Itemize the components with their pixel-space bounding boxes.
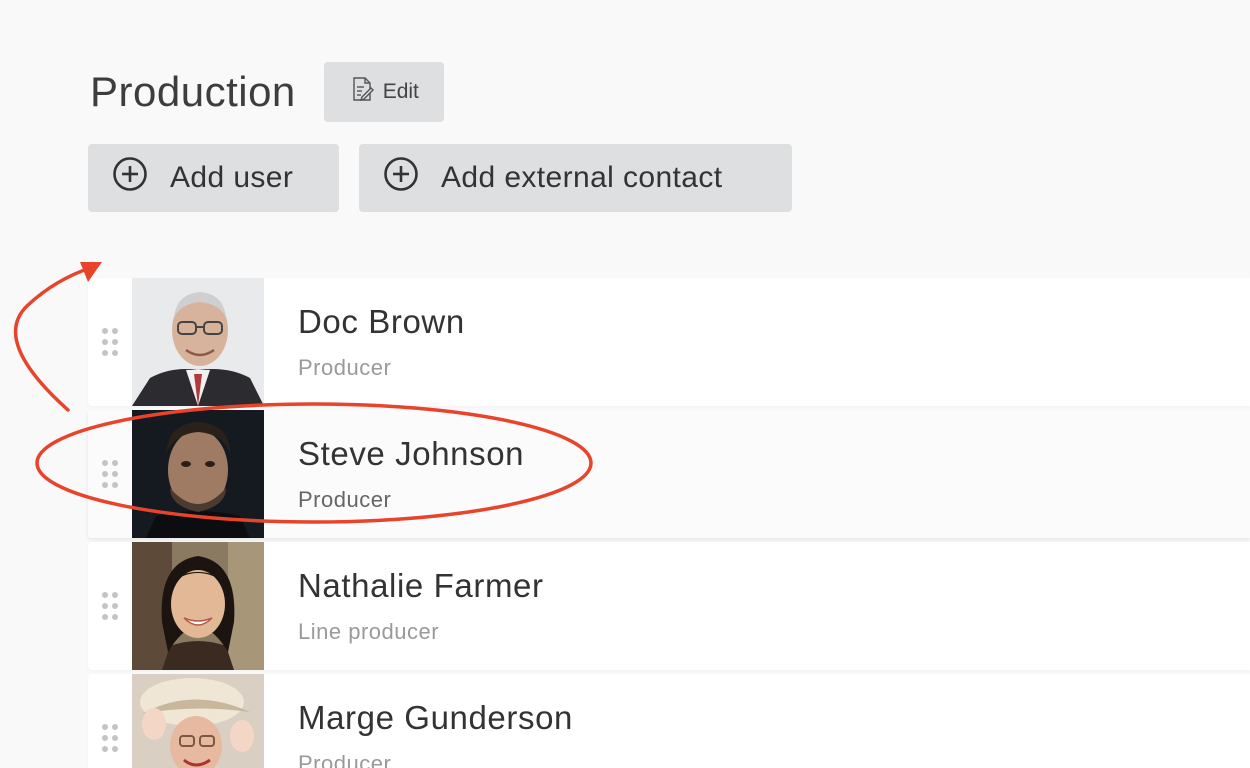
member-row[interactable]: Steve Johnson Producer bbox=[88, 410, 1250, 538]
member-row[interactable]: Marge Gunderson Producer bbox=[88, 674, 1250, 768]
member-name: Marge Gunderson bbox=[298, 699, 573, 736]
drag-handle-icon[interactable] bbox=[88, 278, 132, 406]
member-name: Doc Brown bbox=[298, 303, 465, 340]
member-row[interactable]: Doc Brown Producer bbox=[88, 278, 1250, 406]
avatar bbox=[132, 410, 264, 538]
edit-button-label: Edit bbox=[382, 80, 419, 103]
avatar bbox=[132, 542, 264, 670]
member-name: Steve Johnson bbox=[298, 435, 525, 472]
member-row[interactable]: Nathalie Farmer Line producer bbox=[88, 542, 1250, 670]
add-user-label: Add user bbox=[170, 161, 294, 194]
drag-handle-icon[interactable] bbox=[88, 674, 132, 768]
member-list: Doc Brown Producer Steve Johnson Produce… bbox=[88, 278, 1250, 768]
member-info: Marge Gunderson Producer bbox=[264, 674, 573, 768]
member-role: Producer bbox=[298, 355, 392, 380]
member-name: Nathalie Farmer bbox=[298, 567, 544, 604]
action-row: Add user Add external contact bbox=[88, 144, 792, 212]
member-role: Producer bbox=[298, 751, 392, 768]
plus-circle-icon bbox=[112, 156, 148, 200]
add-external-contact-button[interactable]: Add external contact bbox=[359, 144, 792, 212]
member-role: Producer bbox=[298, 487, 392, 512]
edit-document-icon bbox=[349, 76, 375, 108]
page-title: Production bbox=[90, 68, 296, 115]
member-info: Doc Brown Producer bbox=[264, 278, 465, 406]
annotation-arrow bbox=[13, 266, 92, 412]
drag-handle-icon[interactable] bbox=[88, 542, 132, 670]
edit-button[interactable]: Edit bbox=[323, 62, 444, 122]
add-external-contact-label: Add external contact bbox=[441, 161, 723, 194]
avatar bbox=[132, 674, 264, 768]
avatar bbox=[132, 278, 264, 406]
page: Production Edit Add user Add external co… bbox=[0, 0, 1250, 768]
title-row: Production Edit bbox=[90, 62, 444, 122]
member-role: Line producer bbox=[298, 619, 440, 644]
plus-circle-icon bbox=[383, 156, 419, 200]
member-info: Nathalie Farmer Line producer bbox=[264, 542, 544, 670]
add-user-button[interactable]: Add user bbox=[88, 144, 339, 212]
member-info: Steve Johnson Producer bbox=[264, 410, 524, 538]
drag-handle-icon[interactable] bbox=[88, 410, 132, 538]
